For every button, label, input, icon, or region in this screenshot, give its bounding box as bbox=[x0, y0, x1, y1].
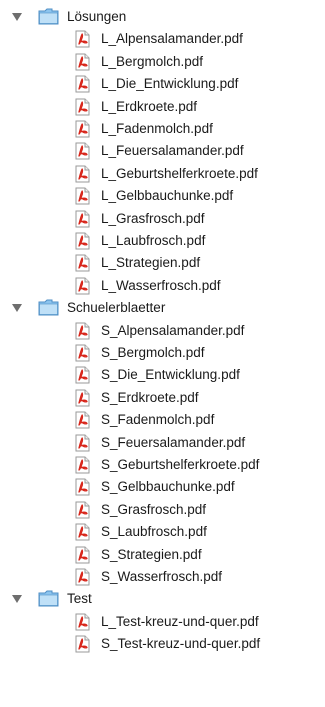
file-tree: Lösungen L_Alpensalamander.pdf L_Bergmolch… bbox=[0, 0, 325, 707]
file-name: L_Erdkroete.pdf bbox=[101, 98, 198, 114]
file-row[interactable]: S_Alpensalamander.pdf bbox=[0, 320, 325, 342]
file-name: L_Grasfrosch.pdf bbox=[101, 210, 205, 226]
pdf-file-icon bbox=[74, 501, 91, 519]
pdf-file-icon bbox=[74, 210, 91, 228]
file-name: S_Alpensalamander.pdf bbox=[101, 322, 245, 338]
pdf-file-icon bbox=[74, 53, 91, 71]
pdf-file-icon bbox=[74, 635, 91, 653]
file-row[interactable]: S_Geburtshelferkroete.pdf bbox=[0, 454, 325, 476]
pdf-file-icon bbox=[74, 523, 91, 541]
file-name: L_Die_Entwicklung.pdf bbox=[101, 76, 239, 92]
file-row[interactable]: L_Wasserfrosch.pdf bbox=[0, 275, 325, 297]
file-name: L_Fadenmolch.pdf bbox=[101, 121, 213, 136]
pdf-file-icon bbox=[74, 344, 91, 362]
pdf-file-icon bbox=[74, 165, 91, 183]
file-name: S_Geburtshelferkroete.pdf bbox=[101, 457, 260, 472]
file-row[interactable]: L_Erdkroete.pdf bbox=[0, 96, 325, 118]
file-name: S_Bergmolch.pdf bbox=[101, 345, 205, 360]
file-name: S_Fadenmolch.pdf bbox=[101, 412, 215, 428]
folder-icon bbox=[38, 590, 59, 607]
file-row[interactable]: S_Gelbbauchunke.pdf bbox=[0, 476, 325, 498]
file-row[interactable]: L_Strategien.pdf bbox=[0, 252, 325, 274]
file-row[interactable]: L_Bergmolch.pdf bbox=[0, 51, 325, 73]
pdf-file-icon bbox=[74, 75, 91, 93]
file-row[interactable]: L_Fadenmolch.pdf bbox=[0, 118, 325, 140]
file-name: L_Test-kreuz-und-quer.pdf bbox=[101, 613, 259, 629]
pdf-file-icon bbox=[74, 546, 91, 564]
file-name: L_Laubfrosch.pdf bbox=[101, 233, 206, 248]
pdf-file-icon bbox=[74, 254, 91, 272]
file-row[interactable]: S_Feuersalamander.pdf bbox=[0, 432, 325, 454]
disclosure-triangle-down-icon[interactable] bbox=[12, 595, 22, 604]
file-row[interactable]: L_Grasfrosch.pdf bbox=[0, 208, 325, 230]
file-name: L_Strategien.pdf bbox=[101, 255, 201, 271]
file-name: S_Test-kreuz-und-quer.pdf bbox=[101, 636, 261, 652]
file-row[interactable]: S_Strategien.pdf bbox=[0, 544, 325, 566]
file-name: L_Feuersalamander.pdf bbox=[101, 143, 244, 159]
pdf-file-icon bbox=[74, 277, 91, 295]
file-name: S_Wasserfrosch.pdf bbox=[101, 569, 223, 584]
disclosure-triangle-down-icon[interactable] bbox=[12, 304, 22, 313]
file-row[interactable]: S_Fadenmolch.pdf bbox=[0, 409, 325, 431]
file-row[interactable]: L_Die_Entwicklung.pdf bbox=[0, 73, 325, 95]
file-name: S_Laubfrosch.pdf bbox=[101, 524, 207, 540]
folder-row[interactable]: Test bbox=[0, 588, 325, 610]
file-row[interactable]: L_Alpensalamander.pdf bbox=[0, 28, 325, 50]
folder-name: Schuelerblaetter bbox=[67, 300, 166, 316]
pdf-file-icon bbox=[74, 322, 91, 340]
file-name: L_Gelbbauchunke.pdf bbox=[101, 188, 234, 204]
file-name: L_Alpensalamander.pdf bbox=[101, 31, 243, 47]
folder-name: Test bbox=[67, 591, 92, 607]
pdf-file-icon bbox=[74, 366, 91, 384]
disclosure-triangle-down-icon[interactable] bbox=[12, 13, 22, 21]
file-name: S_Gelbbauchunke.pdf bbox=[101, 479, 235, 495]
pdf-file-icon bbox=[74, 568, 91, 586]
file-name: L_Geburtshelferkroete.pdf bbox=[101, 165, 258, 181]
pdf-file-icon bbox=[74, 434, 91, 452]
pdf-file-icon bbox=[74, 232, 91, 250]
file-row[interactable]: L_Test-kreuz-und-quer.pdf bbox=[0, 611, 325, 633]
file-row[interactable]: S_Test-kreuz-und-quer.pdf bbox=[0, 633, 325, 655]
file-name: L_Wasserfrosch.pdf bbox=[101, 277, 221, 293]
pdf-file-icon bbox=[74, 456, 91, 474]
folder-icon bbox=[38, 8, 59, 25]
file-row[interactable]: L_Laubfrosch.pdf bbox=[0, 230, 325, 252]
file-row[interactable]: S_Erdkroete.pdf bbox=[0, 387, 325, 409]
file-row[interactable]: S_Bergmolch.pdf bbox=[0, 342, 325, 364]
file-row[interactable]: S_Grasfrosch.pdf bbox=[0, 499, 325, 521]
file-name: S_Feuersalamander.pdf bbox=[101, 434, 246, 450]
pdf-file-icon bbox=[74, 478, 91, 496]
pdf-file-icon bbox=[74, 187, 91, 205]
file-name: S_Die_Entwicklung.pdf bbox=[101, 367, 240, 383]
file-row[interactable]: S_Wasserfrosch.pdf bbox=[0, 566, 325, 588]
file-row[interactable]: L_Gelbbauchunke.pdf bbox=[0, 185, 325, 207]
folder-row[interactable]: Schuelerblaetter bbox=[0, 297, 325, 319]
file-row[interactable]: L_Geburtshelferkroete.pdf bbox=[0, 163, 325, 185]
file-name: L_Bergmolch.pdf bbox=[101, 53, 204, 69]
pdf-file-icon bbox=[74, 613, 91, 631]
pdf-file-icon bbox=[74, 30, 91, 48]
pdf-file-icon bbox=[74, 120, 91, 138]
pdf-file-icon bbox=[74, 411, 91, 429]
pdf-file-icon bbox=[74, 389, 91, 407]
folder-row[interactable]: Lösungen bbox=[0, 6, 325, 28]
file-row[interactable]: L_Feuersalamander.pdf bbox=[0, 140, 325, 162]
file-name: S_Grasfrosch.pdf bbox=[101, 501, 207, 517]
file-name: S_Strategien.pdf bbox=[101, 546, 202, 562]
pdf-file-icon bbox=[74, 98, 91, 116]
folder-name: Lösungen bbox=[67, 9, 127, 24]
file-name: S_Erdkroete.pdf bbox=[101, 389, 199, 405]
folder-icon bbox=[38, 299, 59, 316]
file-row[interactable]: S_Laubfrosch.pdf bbox=[0, 521, 325, 543]
file-row[interactable]: S_Die_Entwicklung.pdf bbox=[0, 364, 325, 386]
pdf-file-icon bbox=[74, 142, 91, 160]
